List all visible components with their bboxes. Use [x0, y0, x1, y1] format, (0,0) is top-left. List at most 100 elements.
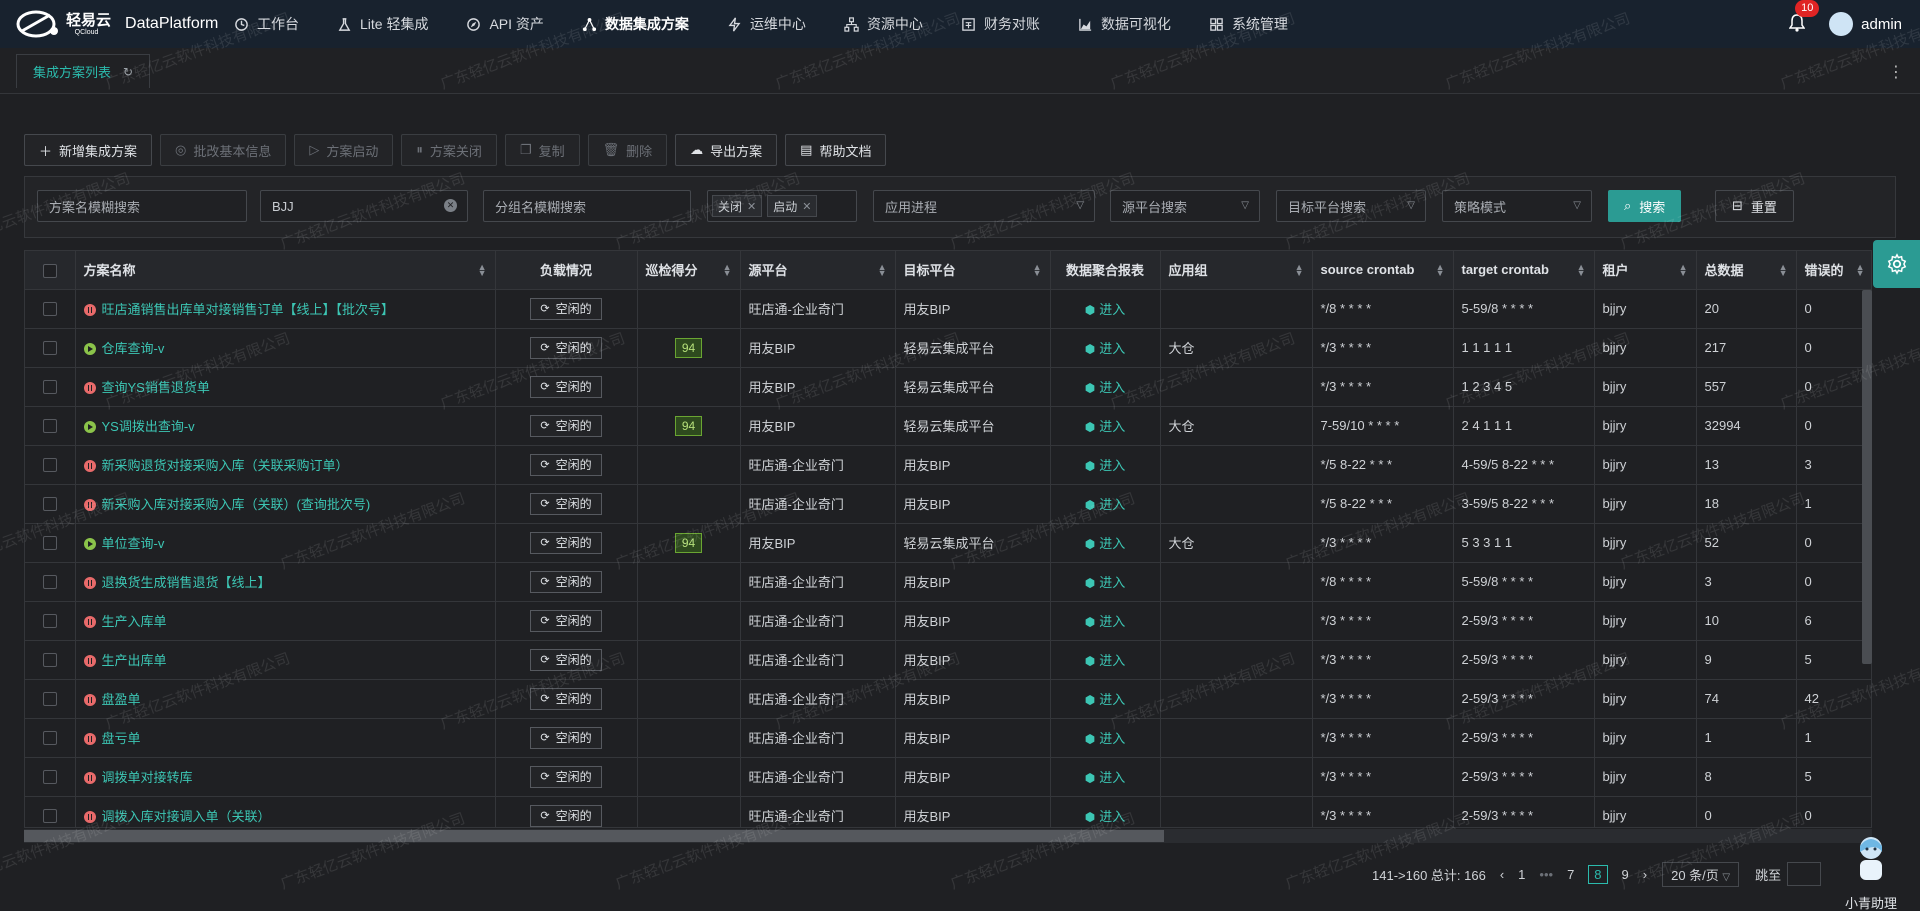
row-checkbox[interactable] [42, 380, 57, 395]
cell-name[interactable]: 盘亏单 [75, 718, 496, 758]
solution-name-link[interactable]: 调拨单对接转库 [102, 770, 193, 785]
row-checkbox[interactable] [42, 809, 57, 824]
table-row[interactable]: 生产出库单 ⟳ 空闲的 旺店通-企业奇门 用友BIP ⬢ 进入 */3 * * * * 2-59… [25, 640, 1871, 680]
cell-name[interactable]: YS调拨出查询-v [75, 406, 496, 446]
select-all-checkbox-cell[interactable] [25, 251, 76, 290]
batch-edit-button[interactable]: ◎ 批改基本信息 [160, 134, 287, 166]
tag-close-icon[interactable]: ✕ [802, 200, 811, 213]
start-solution-button[interactable]: ▷ 方案启动 [294, 134, 394, 166]
source-platform-select[interactable]: 源平台搜索 ▽ [1110, 190, 1260, 222]
row-checkbox-cell[interactable] [25, 796, 76, 827]
col-header-score[interactable]: 巡检得分 ▲ ▼ [637, 251, 741, 290]
col-header-tenant[interactable]: 租户 ▲ ▼ [1594, 251, 1697, 290]
enter-report-link[interactable]: ⬢ 进入 [1085, 341, 1126, 356]
table-row[interactable]: 调拨入库对接调入单（关联） ⟳ 空闲的 旺店通-企业奇门 用友BIP ⬢ 进入 */3 * *… [25, 796, 1871, 827]
load-status-button[interactable]: ⟳ 空闲的 [530, 336, 602, 359]
user-name[interactable]: admin [1861, 16, 1902, 33]
col-header-total[interactable]: 总数据 ▲ ▼ [1696, 251, 1797, 290]
assistant-widget[interactable]: 小青助理 [1826, 832, 1916, 911]
table-row[interactable]: 盘盈单 ⟳ 空闲的 旺店通-企业奇门 用友BIP ⬢ 进入 */3 * * * * 2-59/3… [25, 679, 1871, 719]
keyword-search-input[interactable]: BJJ ✕ [260, 190, 468, 222]
row-checkbox-cell[interactable] [25, 718, 76, 758]
load-status-button[interactable]: ⟳ 空闲的 [530, 414, 602, 437]
horizontal-scrollbar-thumb[interactable] [24, 830, 1164, 842]
solution-name-link[interactable]: 查询YS销售退货单 [102, 380, 210, 395]
app-process-select[interactable]: 应用进程 ▽ [873, 190, 1095, 222]
enter-report-link[interactable]: ⬢ 进入 [1085, 419, 1126, 434]
sort-icon[interactable]: ▲ ▼ [1679, 263, 1688, 278]
row-checkbox-cell[interactable] [25, 562, 76, 602]
cell-name[interactable]: 生产入库单 [75, 601, 496, 641]
nav-item-2[interactable]: API 资产 [466, 14, 544, 34]
row-checkbox[interactable] [42, 770, 57, 785]
cell-name[interactable]: 退换货生成销售退货【线上】 [75, 562, 496, 602]
solution-name-link[interactable]: 旺店通销售出库单对接销售订单【线上】【批次号】 [102, 302, 395, 317]
notification-bell[interactable]: 10 [1788, 0, 1820, 35]
status-multiselect[interactable]: 关闭 ✕ 启动 ✕ [707, 190, 857, 222]
enter-report-link[interactable]: ⬢ 进入 [1085, 380, 1126, 395]
copy-button[interactable]: ❐ 复制 [504, 134, 580, 166]
col-header-source-crontab[interactable]: source crontab ▲ ▼ [1312, 251, 1454, 290]
sort-icon[interactable]: ▲ ▼ [478, 263, 487, 278]
col-header-errors[interactable]: 错误的 ▲ ▼ [1796, 251, 1871, 290]
nav-item-0[interactable]: 工作台 [234, 14, 299, 34]
brand-logo[interactable]: 轻易云 QCloud DataPlatform [14, 7, 234, 41]
tag-close-icon[interactable]: ✕ [747, 200, 756, 213]
row-checkbox-cell[interactable] [25, 640, 76, 680]
enter-report-link[interactable]: ⬢ 进入 [1085, 458, 1126, 473]
page-7[interactable]: 7 [1567, 867, 1574, 882]
enter-report-link[interactable]: ⬢ 进入 [1085, 770, 1126, 785]
nav-item-7[interactable]: 数据可视化 [1078, 14, 1171, 34]
vertical-scrollbar[interactable] [1862, 290, 1872, 664]
enter-report-link[interactable]: ⬢ 进入 [1085, 692, 1126, 707]
select-all-checkbox[interactable] [42, 263, 57, 278]
nav-item-3[interactable]: 数据集成方案 [582, 14, 689, 34]
solution-name-link[interactable]: 新采购入库对接采购入库（关联）(查询批次号) [102, 497, 371, 512]
sort-icon[interactable]: ▲ ▼ [1295, 263, 1304, 278]
load-status-button[interactable]: ⟳ 空闲的 [530, 531, 602, 554]
solution-name-link[interactable]: 仓库查询-v [102, 341, 165, 356]
table-row[interactable]: 盘亏单 ⟳ 空闲的 旺店通-企业奇门 用友BIP ⬢ 进入 */3 * * * * 2-59/3… [25, 718, 1871, 758]
cell-name[interactable]: 盘盈单 [75, 679, 496, 719]
settings-float-button[interactable] [1873, 240, 1920, 288]
col-header-source[interactable]: 源平台 ▲ ▼ [740, 251, 896, 290]
export-solution-button[interactable]: ☁ 导出方案 [675, 134, 778, 166]
solution-name-link[interactable]: 盘亏单 [102, 731, 141, 746]
row-checkbox[interactable] [42, 536, 57, 551]
page-1[interactable]: 1 [1518, 867, 1525, 882]
clear-input-icon[interactable]: ✕ [444, 199, 457, 212]
enter-report-link[interactable]: ⬢ 进入 [1085, 809, 1126, 824]
tab-integration-list[interactable]: 集成方案列表 ↻ [16, 54, 151, 88]
page-9[interactable]: 9 [1622, 867, 1629, 882]
user-avatar[interactable] [1829, 12, 1854, 36]
row-checkbox[interactable] [42, 458, 57, 473]
close-solution-button[interactable]: ⏸ 方案关闭 [401, 134, 497, 166]
cell-name[interactable]: 调拨入库对接调入单（关联） [75, 796, 496, 827]
row-checkbox[interactable] [42, 497, 57, 512]
sort-icon[interactable]: ▲ ▼ [1779, 263, 1788, 278]
row-checkbox[interactable] [42, 731, 57, 746]
table-row[interactable]: 旺店通销售出库单对接销售订单【线上】【批次号】 ⟳ 空闲的 旺店通-企业奇门 用友BIP… [25, 289, 1871, 329]
cell-name[interactable]: 调拨单对接转库 [75, 757, 496, 797]
col-header-target-crontab[interactable]: target crontab ▲ ▼ [1453, 251, 1595, 290]
row-checkbox[interactable] [42, 302, 57, 317]
load-status-button[interactable]: ⟳ 空闲的 [530, 297, 602, 320]
row-checkbox-cell[interactable] [25, 328, 76, 368]
table-row[interactable]: 仓库查询-v ⟳ 空闲的 94 用友BIP 轻易云集成平台 ⬢ 进入 大仓 */3 * * * *… [25, 328, 1871, 368]
load-status-button[interactable]: ⟳ 空闲的 [530, 726, 602, 749]
load-status-button[interactable]: ⟳ 空闲的 [530, 687, 602, 710]
nav-item-8[interactable]: 系统管理 [1209, 14, 1288, 34]
nav-item-5[interactable]: 资源中心 [844, 14, 923, 34]
table-row[interactable]: 查询YS销售退货单 ⟳ 空闲的 用友BIP 轻易云集成平台 ⬢ 进入 */3 * * * * 1… [25, 367, 1871, 407]
col-header-target[interactable]: 目标平台 ▲ ▼ [895, 251, 1051, 290]
page-8-current[interactable]: 8 [1588, 864, 1608, 884]
cell-name[interactable]: 新采购退货对接采购入库（关联采购订单） [75, 445, 496, 485]
solution-name-link[interactable]: YS调拨出查询-v [102, 419, 195, 434]
jump-page-input[interactable] [1787, 862, 1822, 886]
sort-icon[interactable]: ▲ ▼ [723, 263, 732, 278]
row-checkbox-cell[interactable] [25, 757, 76, 797]
strategy-mode-select[interactable]: 策略模式 ▽ [1442, 190, 1592, 222]
refresh-icon[interactable]: ↻ [123, 65, 133, 79]
help-docs-button[interactable]: ▤ 帮助文档 [785, 134, 887, 166]
row-checkbox[interactable] [42, 692, 57, 707]
